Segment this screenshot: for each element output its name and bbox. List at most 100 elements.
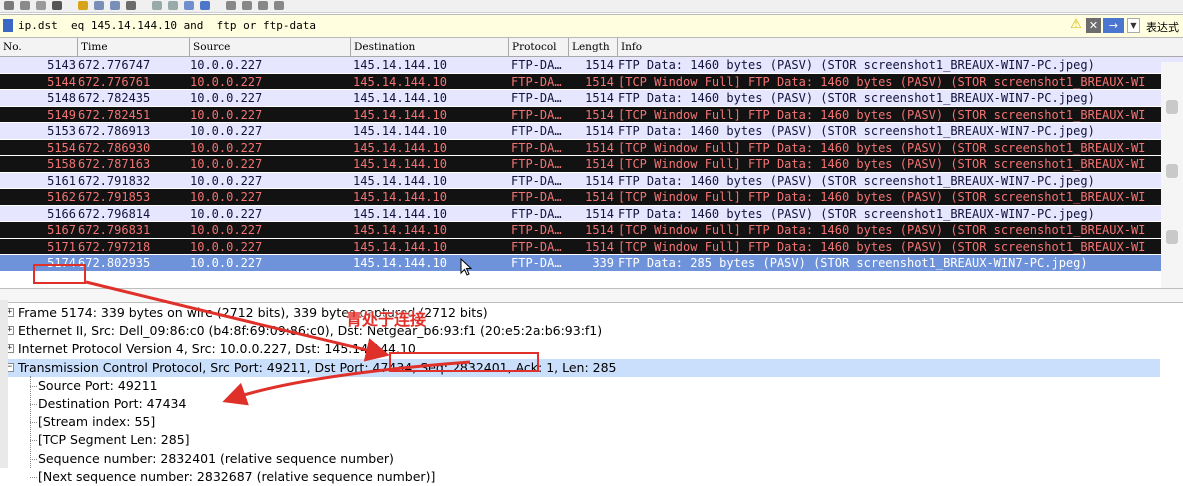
- detail-protocol-line[interactable]: − Transmission Control Protocol, Src Port…: [0, 358, 1160, 377]
- packet-source: 10.0.0.227: [190, 223, 263, 237]
- packet-destination: 145.14.144.10: [353, 223, 447, 237]
- packet-source: 10.0.0.227: [190, 190, 263, 204]
- packet-protocol: FTP-DA…: [511, 206, 562, 221]
- packet-protocol: FTP-DA…: [511, 107, 562, 122]
- filter-history-dropdown[interactable]: ▼: [1127, 18, 1140, 33]
- packet-row[interactable]: 5153 672.786913 10.0.0.227 145.14.144.10 FTP…: [0, 123, 1183, 140]
- side-marker: [1166, 164, 1178, 178]
- reload-icon[interactable]: [52, 1, 62, 10]
- packet-protocol: FTP-DA…: [511, 157, 562, 171]
- tree-branch: [30, 476, 37, 479]
- packet-protocol: FTP-DA…: [511, 190, 562, 204]
- expression-button[interactable]: 表达式: [1146, 19, 1179, 35]
- packet-source: 10.0.0.227: [190, 124, 263, 138]
- packet-length: 1514: [585, 157, 614, 171]
- pane-splitter[interactable]: [0, 288, 1183, 303]
- packet-time: 672.786913: [78, 124, 151, 138]
- apply-filter-button[interactable]: →: [1103, 18, 1124, 33]
- detail-field[interactable]: Destination Port: 47434: [0, 395, 1160, 413]
- detail-field[interactable]: [Stream index: 55]: [0, 413, 1160, 431]
- packet-destination: 145.14.144.10: [353, 239, 447, 254]
- resize-columns-icon[interactable]: [274, 1, 284, 10]
- packet-list-scrollbar[interactable]: [1161, 62, 1183, 302]
- packet-list-header: No. Time Source Destination Protocol Len…: [0, 38, 1183, 57]
- go-back-icon[interactable]: [94, 1, 104, 10]
- annotation-box-packet-no: [33, 264, 86, 284]
- packet-length: 1514: [585, 91, 614, 105]
- packet-row[interactable]: 5144 672.776761 10.0.0.227 145.14.144.10 FTP…: [0, 73, 1183, 90]
- packet-row[interactable]: 5143 672.776747 10.0.0.227 145.14.144.10 FTP…: [0, 57, 1183, 74]
- packet-number: 5153: [47, 124, 76, 138]
- zoom-out-icon[interactable]: [242, 1, 252, 10]
- packet-row[interactable]: 5171 672.797218 10.0.0.227 145.14.144.10 FTP…: [0, 238, 1183, 255]
- packet-protocol: FTP-DA…: [511, 91, 562, 105]
- packet-time: 672.791853: [78, 190, 151, 204]
- detail-protocol-line[interactable]: + Internet Protocol Version 4, Src: 10.0.…: [0, 340, 1160, 358]
- bookmark-icon[interactable]: [3, 19, 13, 32]
- detail-text: Destination Port: 47434: [38, 396, 187, 411]
- column-header-length[interactable]: Length: [569, 38, 618, 56]
- packet-row[interactable]: 5148 672.782435 10.0.0.227 145.14.144.10 FTP…: [0, 90, 1183, 107]
- packet-time: 672.796831: [78, 223, 151, 237]
- column-header-time[interactable]: Time: [78, 38, 190, 56]
- packet-length: 1514: [585, 107, 614, 122]
- packet-source: 10.0.0.227: [190, 107, 263, 122]
- zoom-normal-icon[interactable]: [258, 1, 268, 10]
- packet-number: 5143: [47, 58, 76, 72]
- packet-list: 5143 672.776747 10.0.0.227 145.14.144.10 FTP…: [0, 57, 1183, 272]
- packet-time: 672.786930: [78, 140, 151, 155]
- colorize-icon[interactable]: [200, 1, 210, 10]
- packet-row[interactable]: 5167 672.796831 10.0.0.227 145.14.144.10 FTP…: [0, 222, 1183, 239]
- column-header-source[interactable]: Source: [190, 38, 351, 56]
- detail-protocol-line[interactable]: + Frame 5174: 339 bytes on wire (2712 bit…: [0, 304, 1160, 322]
- packet-row[interactable]: 5149 672.782451 10.0.0.227 145.14.144.10 FTP…: [0, 106, 1183, 123]
- packet-protocol: FTP-DA…: [511, 124, 562, 138]
- open-file-icon[interactable]: [4, 1, 14, 10]
- column-header-info[interactable]: Info: [618, 38, 1183, 56]
- packet-protocol: FTP-DA…: [511, 173, 562, 188]
- clear-filter-button[interactable]: ✕: [1086, 18, 1101, 33]
- packet-source: 10.0.0.227: [190, 173, 263, 188]
- packet-number: 5154: [47, 140, 76, 155]
- detail-field[interactable]: [TCP Segment Len: 285]: [0, 431, 1160, 449]
- packet-row[interactable]: 5174 672.802935 10.0.0.227 145.14.144.10 FTP…: [0, 255, 1183, 272]
- column-header-protocol[interactable]: Protocol: [509, 38, 569, 56]
- packet-row[interactable]: 5154 672.786930 10.0.0.227 145.14.144.10 FTP…: [0, 139, 1183, 156]
- packet-length: 1514: [585, 140, 614, 155]
- annotation-text: 青处于连接: [346, 310, 427, 329]
- go-forward-icon[interactable]: [110, 1, 120, 10]
- detail-protocol-line[interactable]: + Ethernet II, Src: Dell_09:86:c0 (b4:8f:…: [0, 322, 1160, 340]
- packet-source: 10.0.0.227: [190, 256, 263, 270]
- packet-info: FTP Data: 285 bytes (PASV) (STOR screens…: [618, 256, 1088, 270]
- packet-number: 5166: [47, 206, 76, 221]
- close-file-icon[interactable]: [36, 1, 46, 10]
- detail-field[interactable]: Sequence number: 2832401 (relative seque…: [0, 450, 1160, 468]
- first-packet-icon[interactable]: [152, 1, 162, 10]
- find-packet-icon[interactable]: [78, 1, 88, 10]
- packet-row[interactable]: 5161 672.791832 10.0.0.227 145.14.144.10 FTP…: [0, 172, 1183, 189]
- packet-row[interactable]: 5162 672.791853 10.0.0.227 145.14.144.10 FTP…: [0, 189, 1183, 206]
- packet-info: FTP Data: 1460 bytes (PASV) (STOR screen…: [618, 124, 1095, 138]
- packet-destination: 145.14.144.10: [353, 157, 447, 171]
- column-header-no[interactable]: No.: [0, 38, 78, 56]
- zoom-in-icon[interactable]: [226, 1, 236, 10]
- packet-length: 1514: [585, 239, 614, 254]
- detail-field[interactable]: Source Port: 49211: [0, 377, 1160, 395]
- go-to-packet-icon[interactable]: [126, 1, 136, 10]
- packet-source: 10.0.0.227: [190, 58, 263, 72]
- packet-destination: 145.14.144.10: [353, 91, 447, 105]
- save-file-icon[interactable]: [20, 1, 30, 10]
- autoscroll-icon[interactable]: [184, 1, 194, 10]
- packet-length: 1514: [585, 58, 614, 72]
- packet-info: [TCP Window Full] FTP Data: 1460 bytes (…: [618, 239, 1146, 254]
- column-header-destination[interactable]: Destination: [351, 38, 509, 56]
- packet-number: 5162: [47, 190, 76, 204]
- packet-row[interactable]: 5158 672.787163 10.0.0.227 145.14.144.10 FTP…: [0, 156, 1183, 173]
- detail-field[interactable]: [Next sequence number: 2832687 (relative…: [0, 468, 1160, 486]
- packet-info: [TCP Window Full] FTP Data: 1460 bytes (…: [618, 190, 1146, 204]
- packet-row[interactable]: 5166 672.796814 10.0.0.227 145.14.144.10 FTP…: [0, 205, 1183, 222]
- packet-destination: 145.14.144.10: [353, 173, 447, 188]
- display-filter-input[interactable]: [18, 17, 1068, 34]
- last-packet-icon[interactable]: [168, 1, 178, 10]
- packet-destination: 145.14.144.10: [353, 58, 447, 72]
